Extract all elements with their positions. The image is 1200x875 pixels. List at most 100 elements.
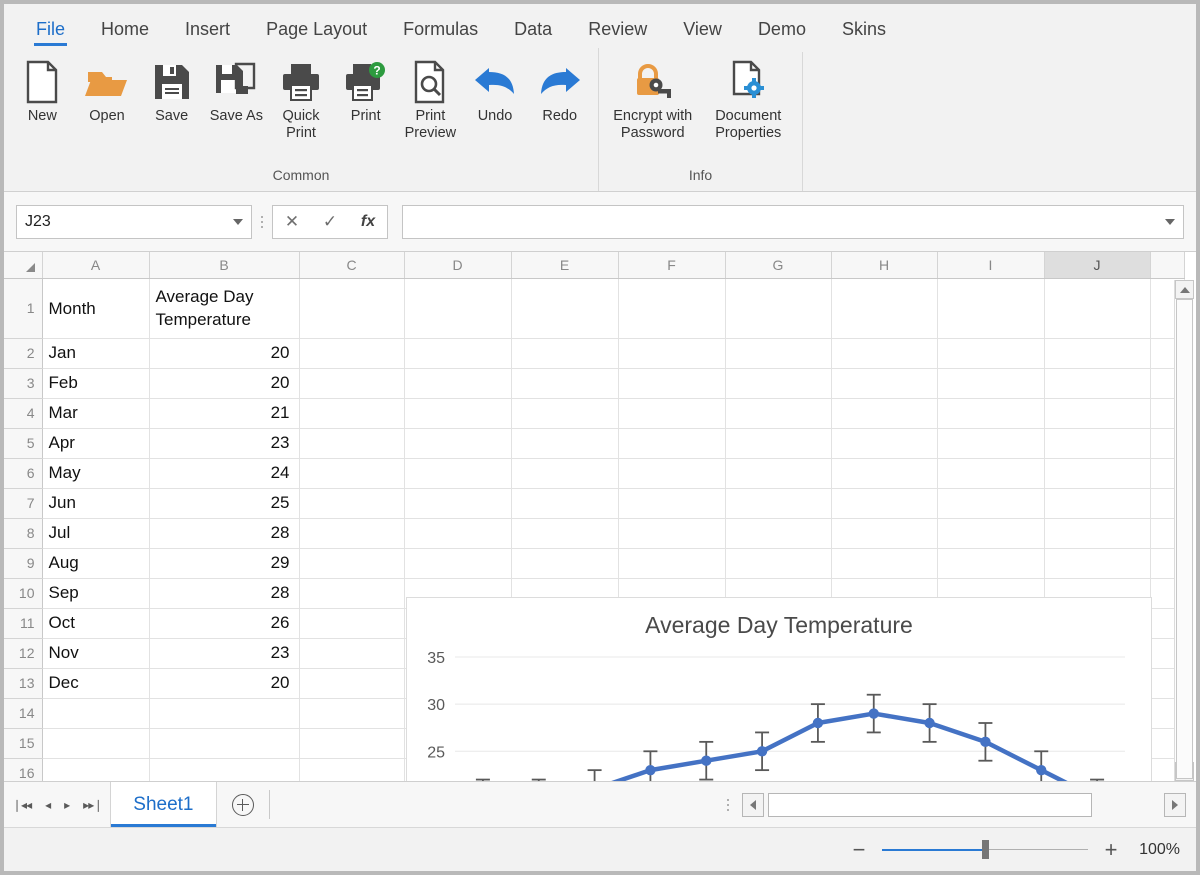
ribbon-tab-formulas[interactable]: Formulas	[385, 15, 496, 48]
ribbon-tab-file[interactable]: File	[18, 15, 83, 48]
name-box[interactable]: J23	[16, 204, 252, 239]
cell-a7[interactable]: Jun	[42, 488, 150, 519]
cell-g8[interactable]	[725, 518, 832, 549]
row-header[interactable]: 8	[4, 518, 43, 549]
cell-g2[interactable]	[725, 338, 832, 369]
cell-b10[interactable]: 28	[149, 578, 300, 609]
cell-b3[interactable]: 20	[149, 368, 300, 399]
cell-b5[interactable]: 23	[149, 428, 300, 459]
insert-function-icon[interactable]: fx	[349, 206, 387, 238]
sheet-tab-sheet1[interactable]: Sheet1	[110, 782, 217, 827]
cell-f5[interactable]	[618, 428, 726, 459]
cell-a11[interactable]: Oct	[42, 608, 150, 639]
cell-a12[interactable]: Nov	[42, 638, 150, 669]
cell-h5[interactable]	[831, 428, 938, 459]
cell-e7[interactable]	[511, 488, 619, 519]
cell-c5[interactable]	[299, 428, 405, 459]
cell-h4[interactable]	[831, 398, 938, 429]
cell-a16[interactable]	[42, 758, 150, 781]
cell-i6[interactable]	[937, 458, 1045, 489]
cell-g9[interactable]	[725, 548, 832, 579]
cell-d6[interactable]	[404, 458, 512, 489]
cell-j9[interactable]	[1044, 548, 1151, 579]
cell-j8[interactable]	[1044, 518, 1151, 549]
cell-h3[interactable]	[831, 368, 938, 399]
cell-j7[interactable]	[1044, 488, 1151, 519]
row-header[interactable]: 10	[4, 578, 43, 609]
ribbon-tab-page-layout[interactable]: Page Layout	[248, 15, 385, 48]
row-header[interactable]: 16	[4, 758, 43, 781]
cell-f6[interactable]	[618, 458, 726, 489]
ribbon-tab-data[interactable]: Data	[496, 15, 570, 48]
cell-b14[interactable]	[149, 698, 300, 729]
quick-print-button[interactable]: Quick Print	[269, 56, 334, 144]
row-header[interactable]: 4	[4, 398, 43, 429]
cell-b12[interactable]: 23	[149, 638, 300, 669]
cell-c11[interactable]	[299, 608, 405, 639]
cell-f9[interactable]	[618, 548, 726, 579]
cell-c10[interactable]	[299, 578, 405, 609]
row-header[interactable]: 5	[4, 428, 43, 459]
cell-d8[interactable]	[404, 518, 512, 549]
formula-expand-chevron-icon[interactable]	[1165, 218, 1175, 225]
zoom-slider[interactable]	[882, 840, 1088, 859]
cell-i9[interactable]	[937, 548, 1045, 579]
cell-b16[interactable]	[149, 758, 300, 781]
column-header-e[interactable]: E	[511, 252, 619, 279]
last-sheet-button[interactable]: ▸▸❘	[83, 798, 103, 812]
cell-a3[interactable]: Feb	[42, 368, 150, 399]
formula-bar-grip[interactable]	[255, 205, 269, 239]
cell-g7[interactable]	[725, 488, 832, 519]
chevron-down-icon[interactable]	[233, 218, 243, 225]
save-button[interactable]: Save	[139, 56, 204, 127]
row-header[interactable]: 12	[4, 638, 43, 669]
cell-b8[interactable]: 28	[149, 518, 300, 549]
cell-b2[interactable]: 20	[149, 338, 300, 369]
cell-a13[interactable]: Dec	[42, 668, 150, 699]
next-sheet-button[interactable]: ▸	[64, 798, 70, 812]
cell-i5[interactable]	[937, 428, 1045, 459]
formula-input[interactable]	[402, 204, 1184, 239]
cell-b7[interactable]: 25	[149, 488, 300, 519]
add-sheet-button[interactable]	[217, 782, 269, 827]
cell-j3[interactable]	[1044, 368, 1151, 399]
cell-a2[interactable]: Jan	[42, 338, 150, 369]
encrypt-with-password-button[interactable]: Encrypt with Password	[605, 56, 701, 144]
print-preview-button[interactable]: Print Preview	[398, 56, 463, 144]
row-header[interactable]: 6	[4, 458, 43, 489]
cell-h2[interactable]	[831, 338, 938, 369]
save-as-button[interactable]: Save As	[204, 56, 269, 127]
cell-f4[interactable]	[618, 398, 726, 429]
cell-d2[interactable]	[404, 338, 512, 369]
cell-d9[interactable]	[404, 548, 512, 579]
cell-j4[interactable]	[1044, 398, 1151, 429]
cell-i4[interactable]	[937, 398, 1045, 429]
vertical-scrollbar[interactable]	[1174, 280, 1194, 781]
cell-i2[interactable]	[937, 338, 1045, 369]
row-header[interactable]: 9	[4, 548, 43, 579]
scroll-left-button[interactable]	[742, 792, 764, 817]
cell-a5[interactable]: Apr	[42, 428, 150, 459]
cell-a9[interactable]: Aug	[42, 548, 150, 579]
horizontal-scrollbar[interactable]	[718, 782, 1196, 827]
cell-i3[interactable]	[937, 368, 1045, 399]
zoom-in-button[interactable]: +	[1102, 837, 1120, 863]
cell-b11[interactable]: 26	[149, 608, 300, 639]
cell-j2[interactable]	[1044, 338, 1151, 369]
chart-object[interactable]: Average Day Temperature 05101520253035Ja…	[406, 597, 1152, 781]
cell-a8[interactable]: Jul	[42, 518, 150, 549]
cell-d5[interactable]	[404, 428, 512, 459]
cell-e4[interactable]	[511, 398, 619, 429]
select-all-corner[interactable]	[4, 252, 43, 279]
cell-d3[interactable]	[404, 368, 512, 399]
vertical-scroll-track[interactable]	[1175, 299, 1194, 779]
column-header-j[interactable]: J	[1044, 252, 1151, 279]
previous-sheet-button[interactable]: ◂	[45, 798, 51, 812]
horizontal-scroll-track[interactable]	[768, 792, 1092, 817]
ribbon-tab-review[interactable]: Review	[570, 15, 665, 48]
zoom-out-button[interactable]: −	[850, 837, 868, 863]
column-header-i[interactable]: I	[937, 252, 1045, 279]
cell-b13[interactable]: 20	[149, 668, 300, 699]
column-header-c[interactable]: C	[299, 252, 405, 279]
cell-c15[interactable]	[299, 728, 405, 759]
